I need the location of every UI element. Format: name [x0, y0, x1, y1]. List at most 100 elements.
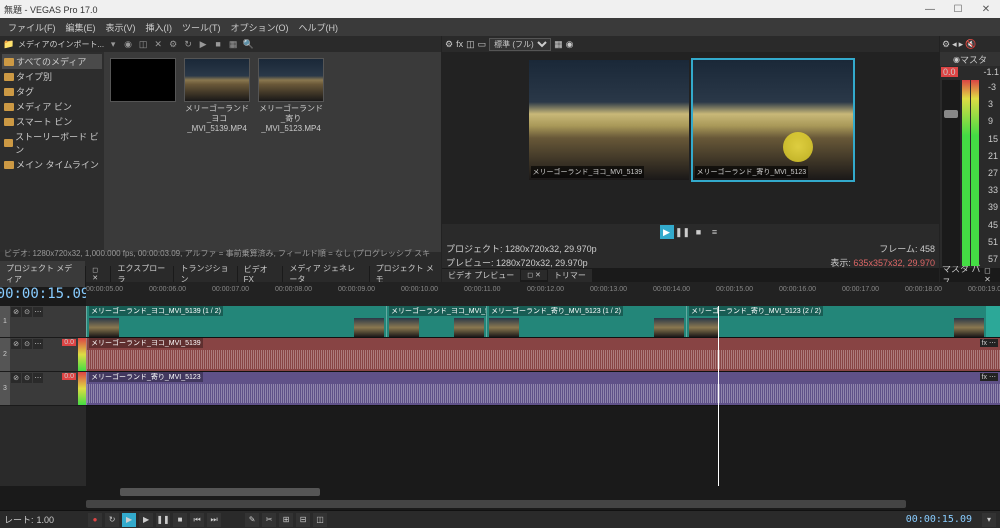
audio-track-1-lane[interactable]: メリーゴーランド_ヨコ_MVI_5139 fx ⋯ — [86, 338, 1000, 372]
video-clip[interactable]: メリーゴーランド_ヨコ_MVI_5139 (1 / 2) — [86, 306, 386, 337]
get-media-icon[interactable]: ◫ — [137, 38, 149, 50]
play-from-start-button[interactable]: ▶ — [122, 513, 136, 527]
zoom-button[interactable]: ▾ — [982, 513, 996, 527]
tool-button[interactable]: ◫ — [313, 513, 327, 527]
mute-icon[interactable]: ⊘ — [11, 373, 21, 383]
go-end-button[interactable]: ⏭ — [207, 513, 221, 527]
tree-smart-bin[interactable]: スマート ビン — [2, 114, 102, 129]
capture-icon[interactable]: ◉ — [122, 38, 134, 50]
close-button[interactable]: ✕ — [976, 4, 996, 15]
fader-handle[interactable] — [944, 110, 958, 118]
import-label[interactable]: メディアのインポート... — [18, 39, 104, 50]
preview-toolbar: ⚙ fx ◫ ▭ 標準 (フル) ▦ ◉ — [442, 36, 939, 52]
tab-project-media[interactable]: プロジェクト メディア — [0, 261, 85, 287]
pause-button[interactable]: ❚❚ — [156, 513, 170, 527]
play-button[interactable]: ▶ — [139, 513, 153, 527]
project-props-icon[interactable]: ⚙ — [445, 39, 453, 50]
menu-tools[interactable]: ツール(T) — [178, 19, 225, 36]
toolbar-icon[interactable]: ▾ — [107, 38, 119, 50]
fx-badge[interactable]: fx ⋯ — [980, 339, 998, 347]
video-clip[interactable]: メリーゴーランド_寄り_MVI_5123 (2 / 2) — [686, 306, 986, 337]
play-icon[interactable]: ▶ — [197, 38, 209, 50]
tool-button[interactable]: ⊟ — [296, 513, 310, 527]
snapshot-icon[interactable]: ◉ — [566, 39, 574, 50]
preview-stop-button[interactable]: ■ — [692, 225, 706, 239]
video-clip[interactable]: メリーゴーランド_ヨコ_MVI_5139 (2 / 2) — [386, 306, 486, 337]
media-thumb[interactable]: メリーゴーランド_寄り _MVI_5123.MP4 — [258, 58, 324, 134]
video-track-lane[interactable]: メリーゴーランド_ヨコ_MVI_5139 (1 / 2)メリーゴーランド_ヨコ_… — [86, 306, 1000, 338]
preview-pause-button[interactable]: ❚❚ — [676, 225, 690, 239]
next-icon[interactable]: ▸ — [959, 39, 964, 50]
preview-play-button[interactable]: ▶ — [660, 225, 674, 239]
mute-icon[interactable]: ⊘ — [11, 339, 21, 349]
minimize-button[interactable]: — — [920, 4, 940, 15]
maximize-button[interactable]: ☐ — [948, 4, 968, 15]
remove-icon[interactable]: ✕ — [152, 38, 164, 50]
search-icon[interactable]: 🔍 — [242, 38, 254, 50]
menu-file[interactable]: ファイル(F) — [4, 19, 60, 36]
video-clip[interactable]: メリーゴーランド_寄り_MVI_5123 (1 / 2) — [486, 306, 686, 337]
scroll-thumb[interactable] — [86, 500, 906, 508]
more-icon[interactable]: ⋯ — [33, 339, 43, 349]
properties-icon[interactable]: ⚙ — [167, 38, 179, 50]
clip-thumb — [389, 318, 419, 337]
tool-button[interactable]: ✂ — [262, 513, 276, 527]
track-header-audio1[interactable]: 2 ⊘⊙⋯0.0 — [0, 338, 86, 372]
preview-right[interactable]: メリーゴーランド_寄り_MVI_5123 — [693, 60, 853, 180]
tree-storyboard-bin[interactable]: ストーリーボード ビン — [2, 129, 102, 157]
audio-track-2-lane[interactable]: メリーゴーランド_寄り_MVI_5123 fx ⋯ — [86, 372, 1000, 406]
tab-trimmer[interactable]: トリマー — [548, 269, 592, 282]
timeline-ruler[interactable]: 00:00:05.0000:00:06.0000:00:07.0000:00:0… — [86, 282, 1000, 306]
solo-icon[interactable]: ⊙ — [22, 373, 32, 383]
views-icon[interactable]: ▦ — [227, 38, 239, 50]
prev-icon[interactable]: ◂ — [952, 39, 957, 50]
tree-media-bin[interactable]: メディア ビン — [2, 99, 102, 114]
fx-badge[interactable]: fx ⋯ — [980, 373, 998, 381]
refresh-icon[interactable]: ↻ — [182, 38, 194, 50]
media-thumb[interactable] — [110, 58, 176, 104]
timeline-h-scroll[interactable] — [0, 486, 1000, 498]
fx-icon[interactable]: ⊙ — [22, 307, 32, 317]
solo-icon[interactable]: ⊙ — [22, 339, 32, 349]
playhead[interactable] — [718, 306, 719, 486]
tree-by-type[interactable]: タイプ別 — [2, 69, 102, 84]
audio-clip[interactable]: メリーゴーランド_寄り_MVI_5123 fx ⋯ — [86, 372, 1000, 405]
bypass-icon[interactable]: ⊘ — [11, 307, 21, 317]
record-button[interactable]: ● — [88, 513, 102, 527]
track-content[interactable]: メリーゴーランド_ヨコ_MVI_5139 (1 / 2)メリーゴーランド_ヨコ_… — [86, 306, 1000, 486]
media-thumb[interactable]: メリーゴーランド_ヨコ _MVI_5139.MP4 — [184, 58, 250, 134]
timeline-zoom-scroll[interactable] — [0, 498, 1000, 510]
go-start-button[interactable]: ⏮ — [190, 513, 204, 527]
track-header-audio2[interactable]: 3 ⊘⊙⋯0.0 — [0, 372, 86, 406]
preview-left[interactable]: メリーゴーランド_ヨコ_MVI_5139 — [529, 60, 689, 180]
stop-button[interactable]: ■ — [173, 513, 187, 527]
tree-all-media[interactable]: すべてのメディア — [2, 54, 102, 69]
fx-icon[interactable]: fx — [456, 39, 463, 49]
scroll-thumb[interactable] — [120, 488, 320, 496]
track-header-video[interactable]: 1 ⊘⊙⋯ — [0, 306, 86, 338]
menu-insert[interactable]: 挿入(I) — [142, 19, 177, 36]
more-icon[interactable]: ⋯ — [33, 307, 43, 317]
menu-help[interactable]: ヘルプ(H) — [295, 19, 343, 36]
gear-icon[interactable]: ⚙ — [942, 39, 950, 50]
preview-quality-select[interactable]: 標準 (フル) — [489, 38, 551, 51]
mute-icon[interactable]: 🔇 — [965, 39, 976, 50]
stop-icon[interactable]: ■ — [212, 38, 224, 50]
overlay-icon[interactable]: ▦ — [554, 39, 563, 50]
loop-button[interactable]: ↻ — [105, 513, 119, 527]
split-icon[interactable]: ◫ — [466, 39, 475, 50]
menu-view[interactable]: 表示(V) — [102, 19, 140, 36]
external-icon[interactable]: ▭ — [478, 39, 487, 50]
menu-edit[interactable]: 編集(E) — [62, 19, 100, 36]
tree-main-timeline[interactable]: メイン タイムライン — [2, 157, 102, 172]
tab-video-preview[interactable]: ビデオ プレビュー — [442, 269, 520, 282]
tool-button[interactable]: ⊞ — [279, 513, 293, 527]
import-media-button[interactable]: 📁 — [3, 38, 15, 50]
preview-menu-button[interactable]: ≡ — [708, 225, 722, 239]
tool-button[interactable]: ✎ — [245, 513, 259, 527]
more-icon[interactable]: ⋯ — [33, 373, 43, 383]
audio-clip[interactable]: メリーゴーランド_ヨコ_MVI_5139 fx ⋯ — [86, 338, 1000, 371]
tree-tags[interactable]: タグ — [2, 84, 102, 99]
master-fader[interactable] — [942, 80, 960, 266]
menu-options[interactable]: オプション(O) — [227, 19, 293, 36]
